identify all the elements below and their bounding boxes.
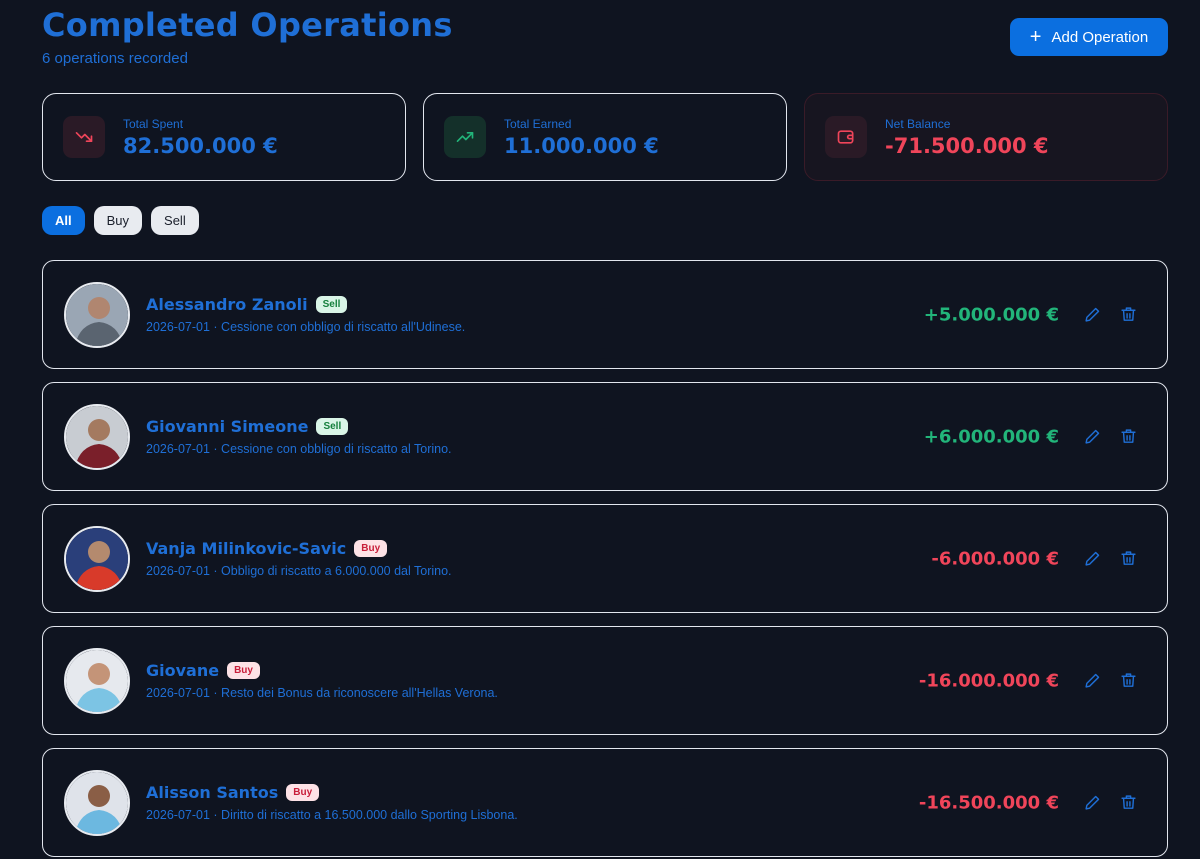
type-badge: Buy: [354, 540, 388, 557]
pencil-icon[interactable]: [1082, 671, 1102, 691]
total-spent-card: Total Spent 82.500.000 €: [42, 93, 406, 181]
operation-amount: +6.000.000 €: [923, 426, 1059, 447]
trash-icon[interactable]: [1118, 549, 1138, 569]
operation-amount: +5.000.000 €: [923, 304, 1059, 325]
operations-list: Alessandro Zanoli Sell 2026-07-01 · Cess…: [42, 260, 1168, 859]
operation-amount: -16.500.000 €: [918, 792, 1059, 813]
pencil-icon[interactable]: [1082, 305, 1102, 325]
operation-row[interactable]: Giovane Buy 2026-07-01 · Resto dei Bonus…: [42, 626, 1168, 735]
player-avatar: [64, 769, 130, 836]
operation-row[interactable]: Vanja Milinkovic-Savic Buy 2026-07-01 · …: [42, 504, 1168, 613]
operation-description: 2026-07-01 · Diritto di riscatto a 16.50…: [146, 808, 518, 822]
pencil-icon[interactable]: [1082, 549, 1102, 569]
player-avatar: [64, 525, 130, 592]
net-balance-value: -71.500.000 €: [885, 133, 1049, 158]
page-title: Completed Operations: [42, 6, 453, 44]
filter-sell[interactable]: Sell: [151, 206, 199, 235]
type-badge: Sell: [316, 418, 349, 435]
total-earned-label: Total Earned: [504, 116, 572, 131]
player-name: Giovanni Simeone: [146, 417, 309, 436]
operation-description: 2026-07-01 · Cessione con obbligo di ris…: [146, 320, 466, 334]
total-spent-value: 82.500.000 €: [123, 133, 278, 158]
net-balance-label: Net Balance: [885, 116, 951, 131]
player-avatar: [64, 281, 130, 348]
total-earned-value: 11.000.000 €: [504, 133, 659, 158]
player-avatar: [64, 647, 130, 714]
operation-description: 2026-07-01 · Resto dei Bonus da riconosc…: [146, 686, 498, 700]
type-badge: Buy: [227, 662, 260, 679]
trash-icon[interactable]: [1118, 427, 1138, 447]
total-earned-card: Total Earned 11.000.000 €: [423, 93, 787, 181]
net-balance-card: Net Balance -71.500.000 €: [804, 93, 1168, 181]
player-name: Alessandro Zanoli: [146, 295, 308, 314]
trash-icon[interactable]: [1118, 671, 1138, 691]
operation-row[interactable]: Giovanni Simeone Sell 2026-07-01 · Cessi…: [42, 382, 1168, 491]
player-name: Alisson Santos: [146, 783, 279, 802]
filter-buy[interactable]: Buy: [93, 206, 143, 235]
trending-down-icon: [63, 116, 105, 158]
type-badge: Buy: [286, 784, 320, 801]
trash-icon[interactable]: [1118, 305, 1138, 325]
player-name: Giovane: [146, 661, 220, 680]
trash-icon[interactable]: [1118, 793, 1138, 813]
add-operation-button[interactable]: + Add Operation: [1010, 18, 1168, 56]
page-header: Completed Operations 6 operations record…: [42, 6, 453, 67]
operation-row[interactable]: Alessandro Zanoli Sell 2026-07-01 · Cess…: [42, 260, 1168, 369]
type-badge: Sell: [315, 296, 348, 313]
player-avatar: [64, 403, 130, 470]
operations-count: 6 operations recorded: [42, 50, 188, 67]
filter-tabs: All Buy Sell: [42, 206, 199, 235]
add-operation-label: Add Operation: [1051, 28, 1149, 46]
filter-all[interactable]: All: [42, 206, 85, 235]
player-name: Vanja Milinkovic-Savic: [146, 539, 347, 558]
total-spent-label: Total Spent: [123, 116, 184, 131]
plus-icon: +: [1029, 26, 1042, 48]
operation-description: 2026-07-01 · Cessione con obbligo di ris…: [146, 442, 452, 456]
trending-up-icon: [444, 116, 486, 158]
operation-amount: -6.000.000 €: [931, 548, 1059, 569]
stats-row: Total Spent 82.500.000 € Total Earned 11…: [42, 93, 1168, 181]
operation-amount: -16.000.000 €: [918, 670, 1059, 691]
pencil-icon[interactable]: [1082, 793, 1102, 813]
operation-row[interactable]: Alisson Santos Buy 2026-07-01 · Diritto …: [42, 748, 1168, 857]
wallet-icon: [825, 116, 867, 158]
operation-description: 2026-07-01 · Obbligo di riscatto a 6.000…: [146, 564, 452, 578]
pencil-icon[interactable]: [1082, 427, 1102, 447]
